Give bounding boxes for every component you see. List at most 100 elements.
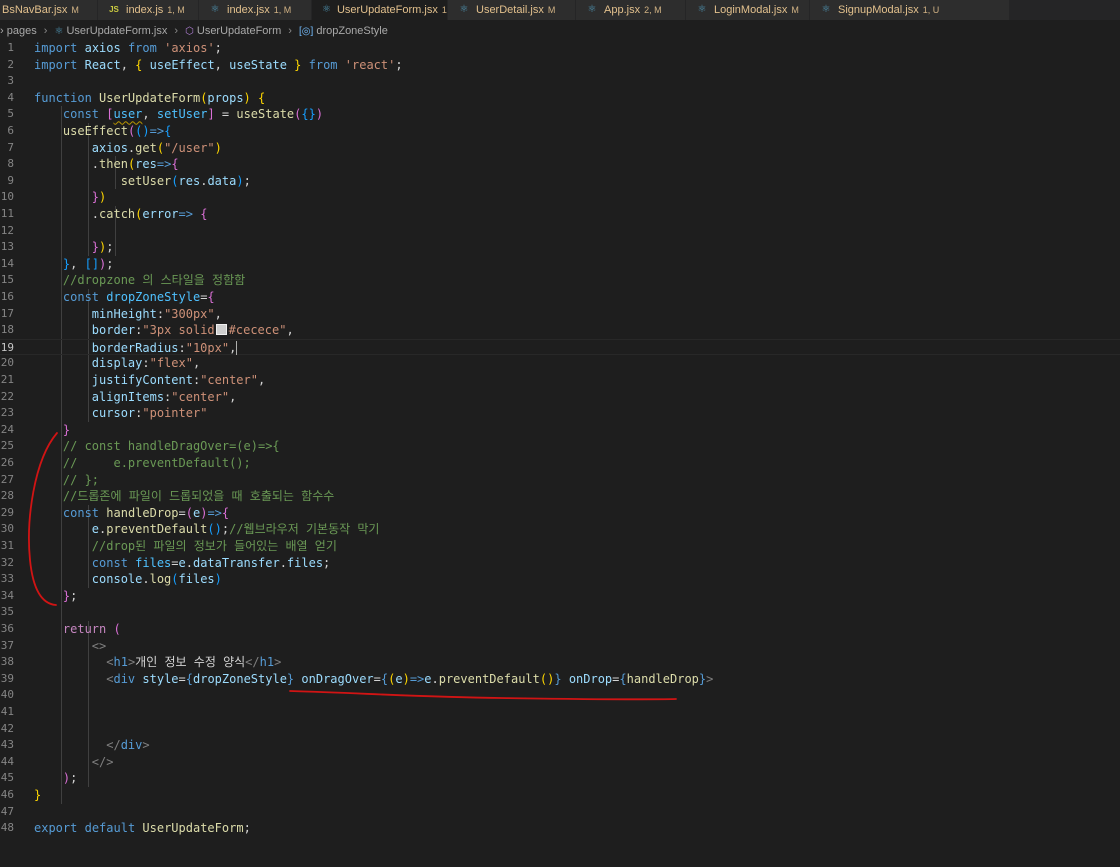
code-line[interactable]: 4 function UserUpdateForm(props) { (0, 90, 1120, 107)
code-line[interactable]: 40 (0, 687, 1120, 704)
tab-loginmodal-jsx[interactable]: ⚛ LoginModal.jsx M (686, 0, 810, 20)
code-line[interactable]: 24 } (0, 422, 1120, 439)
code-editor[interactable]: 1 import axios from 'axios'; 2 import React… (0, 40, 1120, 867)
code-line[interactable]: 32 const files=e.dataTransfer.files; (0, 555, 1120, 572)
breadcrumb-folder[interactable]: pages (7, 25, 37, 37)
code-token: ( (185, 505, 193, 520)
code-line[interactable]: 48 export default UserUpdateForm; (0, 820, 1120, 837)
code-token: borderRadius (91, 340, 179, 355)
code-line[interactable]: 28 //드롭존에 파일이 드롭되었을 때 호출되는 함수수 (0, 488, 1120, 505)
code-token: const (62, 505, 100, 520)
code-line[interactable]: 39 <div style={dropZoneStyle} onDragOver… (0, 671, 1120, 688)
code-token: <> (91, 638, 107, 653)
code-token: [] (84, 256, 100, 271)
code-token: , (192, 356, 201, 371)
code-line[interactable]: 42 (0, 721, 1120, 738)
line-number: 3 (7, 74, 14, 88)
code-text: import axios from 'axios'; (34, 40, 222, 57)
color-swatch[interactable] (215, 324, 227, 336)
tab-bsnavbar-jsx[interactable]: BsNavBar.jsx M (0, 0, 98, 20)
code-line[interactable]: 47 (0, 804, 1120, 821)
tab-app-jsx[interactable]: ⚛ App.jsx 2, M (576, 0, 686, 20)
code-line[interactable]: 46} (0, 787, 1120, 804)
tab-index-js[interactable]: JS index.js 1, M (98, 0, 199, 20)
breadcrumb-symbol[interactable]: dropZoneStyle (316, 25, 388, 37)
tab-label: UserDetail.jsx (476, 4, 544, 16)
code-line[interactable]: 18 border:"3px solid #cecece", (0, 322, 1120, 339)
code-line[interactable]: 26 // e.preventDefault(); (0, 455, 1120, 472)
code-line[interactable]: 10 }) (0, 189, 1120, 206)
code-line[interactable]: 6 useEffect(()=>{ (0, 123, 1120, 140)
current-code-line[interactable]: 19 borderRadius:"10px", (0, 338, 1120, 357)
code-line[interactable]: 7 axios.get("/user") (0, 140, 1120, 157)
tab-index-jsx[interactable]: ⚛ index.jsx 1, M (199, 0, 312, 20)
code-line[interactable]: 27 // }; (0, 472, 1120, 489)
code-line[interactable]: 9 setUser(res.data); (0, 173, 1120, 190)
code-token: () (207, 522, 222, 537)
line-number: 25 (0, 439, 14, 453)
code-line[interactable]: 38 <h1>개인 정보 수정 양식</h1> (0, 654, 1120, 671)
code-line[interactable]: 33 console.log(files) (0, 571, 1120, 588)
code-token: return (62, 622, 107, 636)
code-line[interactable]: 23 cursor:"pointer" (0, 405, 1120, 422)
code-line[interactable]: 1 import axios from 'axios'; (0, 40, 1120, 57)
code-line[interactable]: 22 alignItems:"center", (0, 389, 1120, 406)
line-number: 44 (0, 754, 14, 768)
code-line[interactable]: 43 </div> (0, 737, 1120, 754)
code-token: . (185, 555, 193, 570)
code-line[interactable]: 25 // const handleDragOver=(e)=>{ (0, 438, 1120, 455)
code-token: ) (243, 90, 251, 105)
tab-userdetail-jsx[interactable]: ⚛ UserDetail.jsx M (448, 0, 576, 20)
code-line[interactable]: 5 const [user, setUser] = useState({}) (0, 106, 1120, 123)
code-line[interactable]: 37 <> (0, 638, 1120, 655)
code-token: import (34, 41, 78, 55)
tab-label: LoginModal.jsx (714, 4, 788, 16)
code-line[interactable]: 8 .then(res=>{ (0, 156, 1120, 173)
tab-label: index.jsx (227, 4, 270, 16)
code-line[interactable]: 16 const dropZoneStyle={ (0, 289, 1120, 306)
code-line[interactable]: 17 minHeight:"300px", (0, 306, 1120, 323)
breadcrumb-component[interactable]: UserUpdateForm (197, 25, 281, 37)
code-token: "center" (200, 373, 258, 387)
code-line[interactable]: 14 }, []); (0, 256, 1120, 273)
code-line[interactable]: 41 (0, 704, 1120, 721)
code-line[interactable]: 35 (0, 604, 1120, 621)
tab-userupdateform-jsx[interactable]: ⚛UserUpdateForm.jsx1, U× (312, 0, 448, 20)
code-line[interactable]: 15 //dropzone 의 스타일을 정함함 (0, 272, 1120, 289)
code-line[interactable]: 30 e.preventDefault();//웹브라우저 기본동작 막기 (0, 521, 1120, 538)
code-token: "center" (171, 389, 230, 404)
code-line[interactable]: 36 return ( (0, 621, 1120, 638)
code-token: ; (243, 821, 251, 836)
code-token: useEffect (149, 57, 215, 72)
code-token: = (214, 107, 237, 122)
code-line[interactable]: 11 .catch(error=> { (0, 206, 1120, 223)
code-line[interactable]: 21 justifyContent:"center", (0, 372, 1120, 389)
code-token: h1 (259, 655, 275, 670)
code-line[interactable]: 44 </> (0, 754, 1120, 771)
code-line[interactable]: 3 (0, 73, 1120, 90)
code-line[interactable]: 31 //drop된 파일의 정보가 들어있는 배열 얻기 (0, 538, 1120, 555)
breadcrumb-file[interactable]: UserUpdateForm.jsx (66, 25, 167, 37)
code-token: //웹브라우저 기본동작 막기 (229, 522, 380, 537)
code-token: ( (171, 572, 179, 587)
code-line[interactable]: 34 }; (0, 588, 1120, 605)
code-token: ( (113, 622, 121, 636)
code-token: ) (214, 572, 222, 587)
code-line[interactable]: 2 import React, { useEffect, useState } f… (0, 57, 1120, 74)
line-number: 39 (0, 671, 14, 685)
code-line[interactable]: 12 (0, 223, 1120, 240)
code-line[interactable]: 20 display:"flex", (0, 355, 1120, 372)
code-line[interactable]: 29 const handleDrop=(e)=>{ (0, 505, 1120, 522)
code-line[interactable]: 13 }); (0, 239, 1120, 256)
tab-signupmodal-jsx[interactable]: ⚛ SignupModal.jsx 1, U (810, 0, 1010, 20)
code-text: borderRadius:"10px", (34, 340, 238, 357)
code-token: { (185, 671, 193, 686)
code-line[interactable]: 45 ); (0, 770, 1120, 787)
code-text: }) (34, 189, 106, 206)
